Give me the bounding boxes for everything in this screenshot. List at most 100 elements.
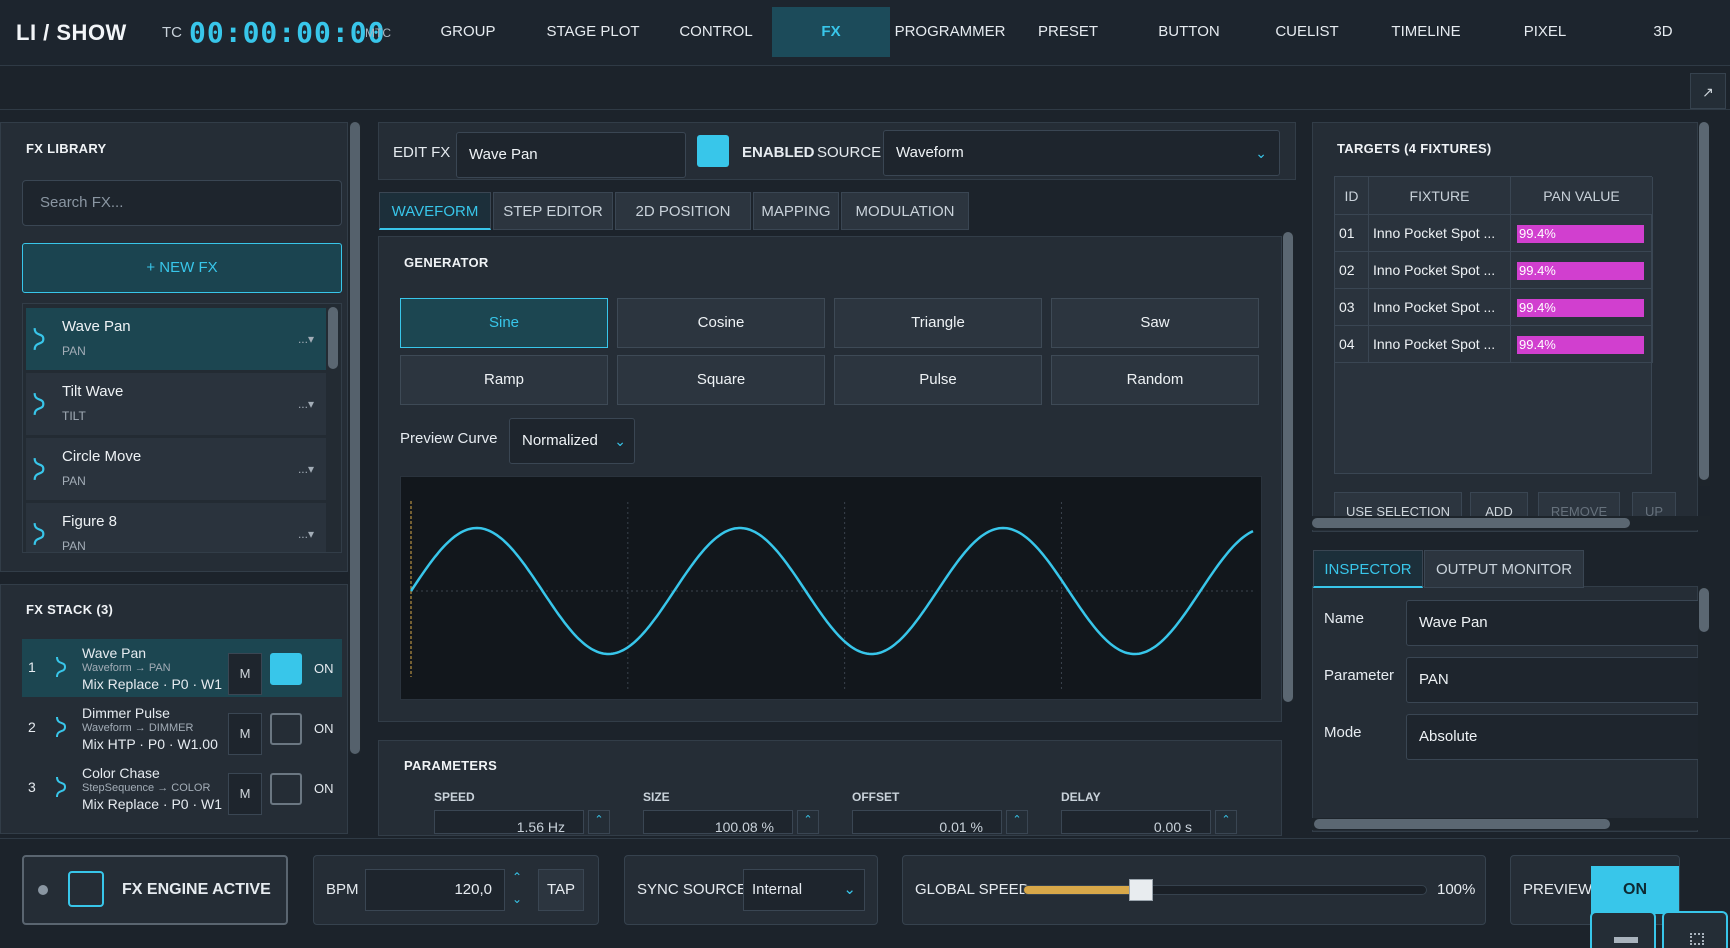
global-speed-handle[interactable] xyxy=(1129,879,1153,901)
nav-tab-button[interactable]: BUTTON xyxy=(1130,7,1248,57)
targets-hscroll-track[interactable] xyxy=(1312,516,1710,530)
keyboard-icon[interactable] xyxy=(1590,911,1656,948)
more-menu-icon[interactable]: ...▾ xyxy=(298,462,314,476)
stack-mute-button[interactable]: M xyxy=(228,713,262,755)
tab-modulation[interactable]: MODULATION xyxy=(841,192,969,230)
expand-icon[interactable]: ↗ xyxy=(1690,73,1726,109)
more-menu-icon[interactable]: ...▾ xyxy=(298,332,314,346)
param-offset-label: OFFSET xyxy=(852,790,900,804)
tab-step-editor[interactable]: STEP EDITOR xyxy=(493,192,613,230)
stack-enable-toggle[interactable] xyxy=(270,653,302,685)
library-scroll-thumb[interactable] xyxy=(328,307,338,369)
source-select[interactable]: Waveform ⌄ xyxy=(883,130,1280,176)
tab-output-monitor[interactable]: OUTPUT MONITOR xyxy=(1424,550,1584,588)
sync-source-select[interactable]: Internal ⌄ xyxy=(743,869,865,911)
nav-tab-cuelist[interactable]: CUELIST xyxy=(1248,7,1366,57)
nav-tab-preset[interactable]: PRESET xyxy=(1013,7,1123,57)
param-stepper-up-icon[interactable]: ⌃ xyxy=(1006,810,1028,834)
tab-2d-position[interactable]: 2D POSITION xyxy=(615,192,751,230)
fx-stack-row[interactable]: 2 Dimmer Pulse Waveform → DIMMER Mix HTP · … xyxy=(22,699,342,757)
nav-tab-3d[interactable]: 3D xyxy=(1604,7,1722,57)
nav-tab-stage-plot[interactable]: STAGE PLOT xyxy=(528,7,658,57)
targets-vscroll-thumb[interactable] xyxy=(1699,122,1709,480)
left-scrollbar-thumb[interactable] xyxy=(350,122,360,754)
fx-library-item[interactable]: Wave Pan PAN ...▾ xyxy=(26,308,326,370)
stack-mute-button[interactable]: M xyxy=(228,653,262,695)
generator-random-button[interactable]: Random xyxy=(1051,355,1259,405)
nav-tab-pixel[interactable]: PIXEL xyxy=(1486,7,1604,57)
enabled-checkbox[interactable] xyxy=(697,135,729,167)
new-fx-button[interactable]: + NEW FX xyxy=(22,243,342,293)
inspector-vscroll-track[interactable] xyxy=(1698,586,1710,818)
tab-mapping[interactable]: MAPPING xyxy=(753,192,839,230)
top-bar: LI / SHOW TC 00:00:00:00 MTC GROUP STAGE … xyxy=(0,0,1730,66)
tab-inspector[interactable]: INSPECTOR xyxy=(1313,550,1423,588)
bpm-group: BPM 120,0 ⌃ ⌄ TAP xyxy=(313,855,599,925)
inspector-name-field[interactable]: Wave Pan xyxy=(1406,600,1702,646)
param-size-input[interactable]: 100.08 % xyxy=(643,810,793,834)
fx-item-param: TILT xyxy=(62,409,86,423)
generator-saw-button[interactable]: Saw xyxy=(1051,298,1259,348)
stack-mute-button[interactable]: M xyxy=(228,773,262,815)
center-scrollbar-thumb[interactable] xyxy=(1283,232,1293,702)
generator-ramp-button[interactable]: Ramp xyxy=(400,355,608,405)
engine-checkbox[interactable] xyxy=(68,871,104,907)
generator-pulse-button[interactable]: Pulse xyxy=(834,355,1042,405)
fx-name-input[interactable]: Wave Pan xyxy=(456,132,686,178)
generator-cosine-button[interactable]: Cosine xyxy=(617,298,825,348)
sync-source-label: SYNC SOURCE xyxy=(637,881,748,898)
param-stepper-up-icon[interactable]: ⌃ xyxy=(797,810,819,834)
fx-stack-row[interactable]: 3 Color Chase StepSequence → COLOR Mix Repl… xyxy=(22,759,342,817)
generator-triangle-button[interactable]: Triangle xyxy=(834,298,1042,348)
inspector-vscroll-thumb[interactable] xyxy=(1699,588,1709,632)
stack-enable-toggle[interactable] xyxy=(270,773,302,805)
param-delay-input[interactable]: 0.00 s xyxy=(1061,810,1211,834)
bpm-input[interactable]: 120,0 xyxy=(365,869,505,911)
inspector-mode-field[interactable]: Absolute xyxy=(1406,714,1702,760)
generator-square-button[interactable]: Square xyxy=(617,355,825,405)
stack-on-label: ON xyxy=(314,721,334,736)
fx-item-param: PAN xyxy=(62,539,86,553)
targets-hscroll-thumb[interactable] xyxy=(1312,518,1630,528)
more-menu-icon[interactable]: ...▾ xyxy=(298,527,314,541)
targets-vscroll-track[interactable] xyxy=(1698,122,1710,486)
param-offset-input[interactable]: 0.01 % xyxy=(852,810,1002,834)
table-header: PAN VALUE xyxy=(1511,177,1653,215)
wave-icon xyxy=(54,775,68,799)
inspector-hscroll-thumb[interactable] xyxy=(1314,819,1610,829)
global-speed-slider[interactable] xyxy=(1023,879,1427,901)
stack-fx-route: StepSequence → COLOR xyxy=(82,782,211,794)
inspector-hscroll-track[interactable] xyxy=(1312,818,1710,830)
left-scrollbar-track[interactable] xyxy=(349,122,361,754)
bpm-up-icon[interactable]: ⌃ xyxy=(512,870,522,884)
preview-mode-select[interactable]: Normalized ⌄ xyxy=(509,418,635,464)
param-stepper-up-icon[interactable]: ⌃ xyxy=(1215,810,1237,834)
stack-enable-toggle[interactable] xyxy=(270,713,302,745)
tab-waveform[interactable]: WAVEFORM xyxy=(379,192,491,230)
nav-tab-timeline[interactable]: TIMELINE xyxy=(1367,7,1485,57)
source-label: SOURCE xyxy=(817,144,882,161)
fx-library-item[interactable]: Tilt Wave TILT ...▾ xyxy=(26,373,326,435)
generator-sine-button[interactable]: Sine xyxy=(400,298,608,348)
nav-tab-group[interactable]: GROUP xyxy=(418,7,518,57)
tap-button[interactable]: TAP xyxy=(538,869,584,911)
fx-search-input[interactable]: Search FX... xyxy=(22,180,342,226)
bpm-down-icon[interactable]: ⌄ xyxy=(512,892,522,906)
timecode-display: 00:00:00:00 xyxy=(189,16,386,49)
param-stepper-up-icon[interactable]: ⌃ xyxy=(588,810,610,834)
inspector-name-label: Name xyxy=(1324,610,1365,627)
more-menu-icon[interactable]: ...▾ xyxy=(298,397,314,411)
fx-stack-row[interactable]: 1 Wave Pan Waveform → PAN Mix Replace · P0 … xyxy=(22,639,342,697)
stack-on-label: ON xyxy=(314,781,334,796)
nav-tab-fx[interactable]: FX xyxy=(772,7,890,57)
preview-on-button[interactable]: ON xyxy=(1591,866,1679,914)
fx-library-item[interactable]: Circle Move PAN ...▾ xyxy=(26,438,326,500)
inspector-parameter-field[interactable]: PAN xyxy=(1406,657,1702,703)
param-speed-input[interactable]: 1.56 Hz xyxy=(434,810,584,834)
nav-tab-control[interactable]: CONTROL xyxy=(656,7,776,57)
grid-icon[interactable] xyxy=(1662,911,1728,948)
center-scrollbar-track[interactable] xyxy=(1282,232,1294,702)
fx-library-item[interactable]: Figure 8 PAN ...▾ xyxy=(26,503,326,553)
nav-tab-programmer[interactable]: PROGRAMMER xyxy=(890,7,1010,57)
fx-engine-toggle[interactable]: FX ENGINE ACTIVE xyxy=(22,855,288,925)
